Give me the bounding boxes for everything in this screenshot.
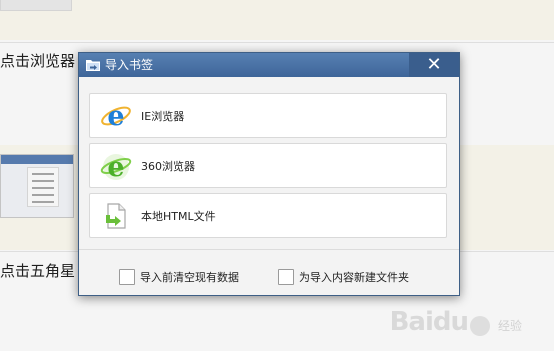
- dialog-title: 导入书签: [105, 58, 154, 72]
- option-label: IE浏览器: [141, 110, 185, 123]
- import-from-ie-button[interactable]: e IE浏览器: [89, 93, 447, 138]
- checkbox-box[interactable]: [278, 268, 294, 285]
- close-button[interactable]: ✕: [409, 53, 459, 77]
- svg-text:e: e: [107, 152, 124, 182]
- checkbox-label: 导入前清空现有数据: [140, 270, 239, 284]
- footer-divider: [79, 249, 459, 250]
- import-from-360-button[interactable]: e 360浏览器: [89, 143, 447, 188]
- option-label: 360浏览器: [141, 160, 195, 173]
- import-bookmarks-dialog: 导入书签 ✕ e IE浏览器 e 360浏览器 本地HTML文件 导入前清空现有…: [78, 52, 460, 296]
- html-file-icon: [106, 203, 126, 229]
- import-from-html-file-button[interactable]: 本地HTML文件: [89, 193, 447, 238]
- ie-icon: e: [101, 101, 131, 132]
- option-label: 本地HTML文件: [141, 210, 216, 223]
- clear-existing-checkbox[interactable]: 导入前清空现有数据: [119, 266, 239, 285]
- import-source-list: e IE浏览器 e 360浏览器 本地HTML文件: [89, 93, 447, 243]
- checkbox-box[interactable]: [119, 268, 135, 285]
- checkbox-label: 为导入内容新建文件夹: [299, 270, 409, 284]
- svg-text:e: e: [107, 101, 124, 132]
- new-folder-checkbox[interactable]: 为导入内容新建文件夹: [278, 266, 409, 285]
- dialog-titlebar[interactable]: 导入书签 ✕: [79, 53, 459, 77]
- 360-browser-icon: e: [100, 152, 132, 182]
- folder-import-icon: [86, 60, 100, 71]
